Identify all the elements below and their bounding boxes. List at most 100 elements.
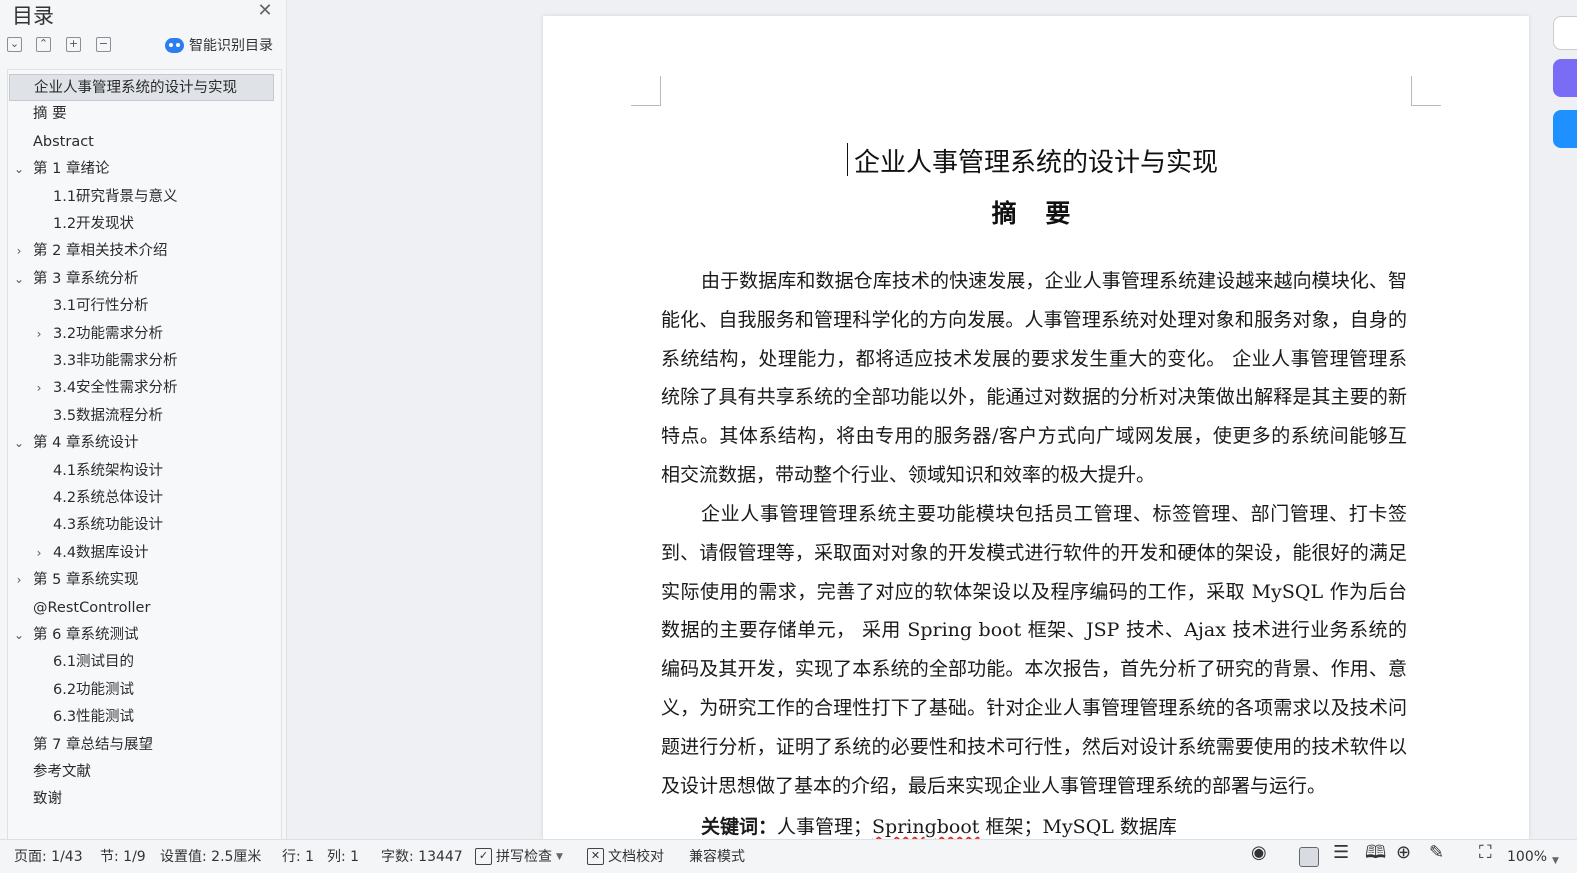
abstract-paragraph-1[interactable]: 由于数据库和数据仓库技术的快速发展，企业人事管理系统建设越来越向模块化、智能化、… <box>661 262 1407 495</box>
toc-item-label: 致谢 <box>33 791 62 808</box>
spellcheck-button[interactable]: ✓ 拼写检查 ▼ <box>475 848 563 866</box>
toc-item[interactable]: Abstract <box>9 129 274 156</box>
toc-item-label: 1.1研究背景与意义 <box>53 188 178 205</box>
abstract-paragraph-2[interactable]: 企业人事管理管理系统主要功能模块包括员工管理、标签管理、部门管理、打卡签到、请假… <box>661 495 1407 805</box>
toc-item-label: @RestController <box>33 599 151 616</box>
toc-item[interactable]: › 3.4安全性需求分析 <box>9 375 274 402</box>
toc-item[interactable]: 参考文献 <box>9 759 274 786</box>
toc-item-label: 4.3系统功能设计 <box>53 517 164 534</box>
toc-item[interactable]: 1.2开发现状 <box>9 211 274 238</box>
toc-item-label: 第 6 章系统测试 <box>33 627 139 643</box>
toc-panel: 目录 ✕ ⌄ ⌃ + − 智能识别目录 企业人事管理系统的设计与实现摘 要 Abs… <box>0 0 287 839</box>
toc-item-label: 第 3 章系统分析 <box>33 270 139 287</box>
toc-item[interactable]: 4.1系统架构设计 <box>9 458 274 485</box>
row-indicator: 行: 1 <box>282 849 315 865</box>
edge-tool-button-1[interactable] <box>1553 16 1577 50</box>
toc-item[interactable]: 致谢 <box>9 786 274 813</box>
toc-item-label: 3.4安全性需求分析 <box>53 380 178 397</box>
zoom-level[interactable]: 100% <box>1507 848 1547 866</box>
chevron-right-icon[interactable]: › <box>32 375 46 402</box>
toc-item[interactable]: › 4.4数据库设计 <box>9 540 274 567</box>
abstract-heading[interactable]: 摘 要 <box>543 194 1529 230</box>
setting-indicator[interactable]: 设置值: 2.5厘米 <box>160 848 261 866</box>
smart-toc-label: 智能识别目录 <box>189 38 273 54</box>
toc-item[interactable]: 4.2系统总体设计 <box>9 485 274 512</box>
toc-item[interactable]: @RestController <box>9 595 274 622</box>
toc-item-label: 6.1测试目的 <box>53 654 135 671</box>
reading-view-icon[interactable]: 🕮 <box>1365 844 1386 862</box>
proofread-button[interactable]: ✕ 文档校对 <box>587 848 664 866</box>
outline-view-icon[interactable]: ☰ <box>1333 844 1349 862</box>
toc-item[interactable]: › 第 5 章系统实现 <box>9 567 274 594</box>
toc-item-label: 摘 要 <box>33 106 67 123</box>
section-indicator[interactable]: 节: 1/9 <box>100 848 146 866</box>
keyword-2-misspelled: Springboot <box>872 816 980 838</box>
toc-item[interactable]: ⌄ 第 1 章绪论 <box>9 156 274 183</box>
spellcheck-icon: ✓ <box>475 848 492 865</box>
toc-item-label: 4.2系统总体设计 <box>53 490 164 506</box>
toc-item[interactable]: 6.1测试目的 <box>9 649 274 676</box>
toc-item[interactable]: 3.1可行性分析 <box>9 293 274 320</box>
toc-item[interactable]: › 第 2 章相关技术介绍 <box>9 238 274 265</box>
toc-item-label: 3.5数据流程分析 <box>53 407 164 424</box>
close-icon[interactable]: ✕ <box>256 2 274 20</box>
toc-item[interactable]: › 3.2功能需求分析 <box>9 321 274 348</box>
col-indicator: 列: 1 <box>327 849 360 865</box>
pen-icon[interactable]: ✎ <box>1429 844 1444 862</box>
toc-item-label: 第 5 章系统实现 <box>33 572 139 589</box>
margin-corner-left <box>631 76 661 106</box>
page-view-icon[interactable] <box>1299 847 1319 867</box>
chevron-down-icon[interactable]: ⌄ <box>12 622 26 649</box>
toc-item[interactable]: ⌄ 第 4 章系统设计 <box>9 430 274 457</box>
toc-item-label: Abstract <box>33 133 94 150</box>
fit-page-icon[interactable]: ⛶ <box>1479 844 1492 862</box>
toc-item[interactable]: 4.3系统功能设计 <box>9 512 274 539</box>
toc-item[interactable]: 3.3非功能需求分析 <box>9 348 274 375</box>
document-page[interactable]: 企业人事管理系统的设计与实现 摘 要 由于数据库和数据仓库技术的快速发展，企业人… <box>543 16 1529 839</box>
toc-item[interactable]: 6.3性能测试 <box>9 704 274 731</box>
toc-item-label: 1.2开发现状 <box>53 216 135 232</box>
remove-level-icon[interactable]: − <box>96 37 111 52</box>
toc-item[interactable]: 6.2功能测试 <box>9 677 274 704</box>
chevron-right-icon[interactable]: › <box>32 321 46 348</box>
chevron-right-icon[interactable]: › <box>32 540 46 567</box>
chevron-down-icon[interactable]: ⌄ <box>12 430 26 457</box>
toc-item-label: 第 4 章系统设计 <box>33 435 139 452</box>
status-bar: 页面: 1/43 节: 1/9 设置值: 2.5厘米 行: 1 列: 1 字数:… <box>0 839 1577 873</box>
edge-tool-button-3[interactable] <box>1553 110 1577 148</box>
toc-item-label: 6.2功能测试 <box>53 681 135 698</box>
toc-item[interactable]: ⌄ 第 6 章系统测试 <box>9 622 274 649</box>
chevron-down-icon[interactable]: ⌄ <box>12 266 26 293</box>
zoom-chevron-icon[interactable]: ▼ <box>1552 852 1559 870</box>
web-view-icon[interactable]: ⊕ <box>1396 844 1411 862</box>
expand-all-icon[interactable]: ⌄ <box>7 37 22 52</box>
toc-list: 企业人事管理系统的设计与实现摘 要 Abstract ⌄ 第 1 章绪论 1.1研究背景… <box>7 69 282 839</box>
chevron-down-icon[interactable]: ⌄ <box>12 156 26 183</box>
margin-corner-right <box>1411 76 1441 106</box>
toc-item-label: 企业人事管理系统的设计与实现 <box>34 80 237 96</box>
eye-icon[interactable]: ◉ <box>1251 844 1267 862</box>
spellcheck-label: 拼写检查 <box>496 849 552 865</box>
word-count[interactable]: 字数: 13447 <box>381 848 463 866</box>
keyword-1: 人事管理； <box>777 816 873 838</box>
toc-item[interactable]: 第 7 章总结与展望 <box>9 732 274 759</box>
edge-tool-button-2[interactable] <box>1553 59 1577 97</box>
toc-item[interactable]: 企业人事管理系统的设计与实现 <box>9 74 274 101</box>
keywords-line[interactable]: 关键词：人事管理；Springboot 框架；MySQL 数据库 <box>701 812 1177 839</box>
toc-item-label: 第 7 章总结与展望 <box>33 736 153 753</box>
document-title[interactable]: 企业人事管理系统的设计与实现 <box>543 142 1529 179</box>
chevron-right-icon[interactable]: › <box>12 238 26 265</box>
toc-item-label: 6.3性能测试 <box>53 709 135 726</box>
robot-icon <box>165 37 184 53</box>
chevron-right-icon[interactable]: › <box>12 567 26 594</box>
proofread-label: 文档校对 <box>608 849 664 865</box>
collapse-all-icon[interactable]: ⌃ <box>36 37 51 52</box>
toc-item[interactable]: 3.5数据流程分析 <box>9 403 274 430</box>
toc-item[interactable]: ⌄ 第 3 章系统分析 <box>9 266 274 293</box>
smart-toc-button[interactable]: 智能识别目录 <box>165 34 273 56</box>
chevron-down-icon: ▼ <box>556 852 563 862</box>
add-level-icon[interactable]: + <box>66 37 81 52</box>
page-indicator[interactable]: 页面: 1/43 <box>14 848 83 866</box>
toc-item[interactable]: 摘 要 <box>9 101 274 128</box>
toc-item[interactable]: 1.1研究背景与意义 <box>9 184 274 211</box>
